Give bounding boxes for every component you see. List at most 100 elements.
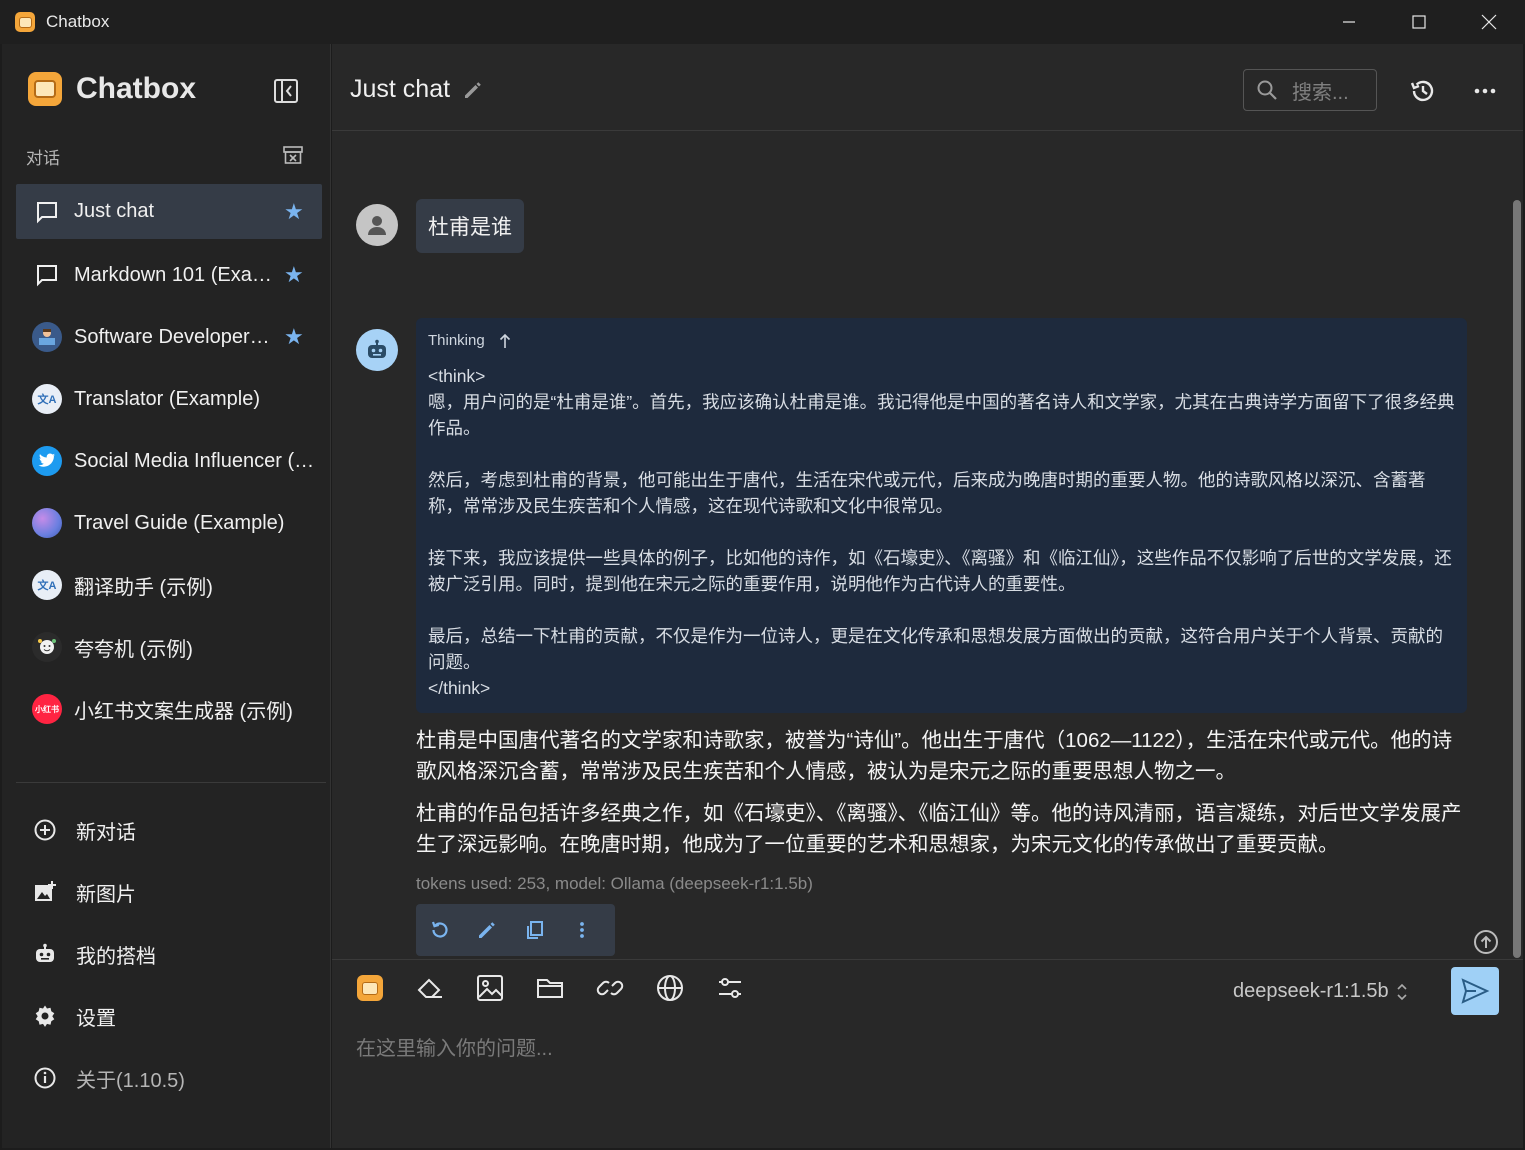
link-icon <box>596 980 624 996</box>
clear-context-button[interactable] <box>414 972 446 1004</box>
edit-message-button[interactable] <box>473 915 501 945</box>
token-usage-info: tokens used: 253, model: Ollama (deepsee… <box>416 874 813 893</box>
window-titlebar: Chatbox <box>0 0 1525 44</box>
close-icon <box>1481 14 1497 30</box>
about-label: 关于(1.10.5) <box>76 1069 185 1092</box>
conversation-label: Software Developer (Example) <box>74 325 274 348</box>
chat-bubble-icon <box>32 260 62 290</box>
robot-icon <box>32 941 58 967</box>
conversation-label: 翻译助手 (示例) <box>74 576 213 599</box>
star-icon[interactable]: ★ <box>284 324 304 350</box>
composer: deepseek-r1:1.5b 在这里输入你的问题... <box>332 959 1523 1148</box>
chat-title[interactable]: Just chat <box>350 75 450 104</box>
my-copilots-button[interactable]: 我的搭档 <box>16 923 322 985</box>
message-list: 杜甫是谁 Thinking <think> 嗯，用户问的是“杜甫是谁”。首先，我… <box>332 132 1523 959</box>
chat-settings-button[interactable] <box>714 972 746 1004</box>
conversation-item-translator[interactable]: 文A Translator (Example) <box>16 368 322 430</box>
arrow-up-circle-icon <box>1474 930 1498 954</box>
attach-image-button[interactable] <box>474 972 506 1004</box>
edit-title-icon[interactable] <box>462 79 484 101</box>
search-icon <box>1256 79 1278 101</box>
answer-paragraph: 杜甫的作品包括许多经典之作，如《石壕吏》、《离骚》、《临江仙》等。他的诗风清丽，… <box>416 802 1462 856</box>
new-chat-label: 新对话 <box>76 821 136 844</box>
star-icon[interactable]: ★ <box>284 262 304 288</box>
thinking-block: Thinking <think> 嗯，用户问的是“杜甫是谁”。首先，我应该确认杜… <box>416 318 1467 713</box>
star-icon[interactable]: ★ <box>284 199 304 225</box>
model-selector[interactable]: deepseek-r1:1.5b <box>1233 980 1409 1003</box>
more-options-button[interactable] <box>1470 76 1500 106</box>
assistant-robot-icon <box>356 329 398 371</box>
minimize-button[interactable] <box>1314 0 1384 44</box>
new-image-button[interactable]: 新图片 <box>16 861 322 923</box>
thinking-toggle[interactable]: Thinking <box>428 332 1455 349</box>
attach-file-button[interactable] <box>534 972 566 1004</box>
window-title: Chatbox <box>46 12 110 31</box>
sidebar-collapse-icon <box>274 79 298 103</box>
conversation-label: Just chat <box>74 200 155 222</box>
chatbox-logo-icon <box>28 72 62 106</box>
attach-link-button[interactable] <box>594 972 626 1004</box>
message-input[interactable]: 在这里输入你的问题... <box>356 1032 553 1061</box>
conversation-item-just-chat[interactable]: Just chat ★ <box>16 184 322 239</box>
conversation-item-software-developer[interactable]: Software Developer (Example) ★ <box>16 306 322 368</box>
add-image-icon <box>32 879 58 905</box>
conversation-item-xiaohongshu-generator[interactable]: 小红书 小红书文案生成器 (示例) <box>16 678 322 740</box>
collapse-sidebar-button[interactable] <box>272 77 300 105</box>
history-button[interactable] <box>1408 76 1438 106</box>
more-vertical-icon <box>579 922 584 938</box>
copy-message-button[interactable] <box>521 915 549 945</box>
conversation-item-translation-assistant[interactable]: 文A 翻译助手 (示例) <box>16 554 322 616</box>
maximize-button[interactable] <box>1384 0 1454 44</box>
info-icon <box>32 1065 58 1091</box>
new-image-label: 新图片 <box>76 883 136 906</box>
conversation-item-markdown-101[interactable]: Markdown 101 (Example) ★ <box>16 244 322 306</box>
conversation-item-social-media-influencer[interactable]: Social Media Influencer (Example) <box>16 430 322 492</box>
thinking-label: Thinking <box>428 332 485 349</box>
minimize-icon <box>1343 21 1355 23</box>
globe-icon <box>657 975 683 1001</box>
maximize-icon <box>1412 15 1426 29</box>
regenerate-button[interactable] <box>426 915 454 945</box>
folder-icon <box>537 979 563 998</box>
sidebar-actions: 新对话 新图片 我的搭档 设置 关于(1.10.5) <box>16 799 322 1109</box>
chatbox-app-icon <box>15 12 35 32</box>
about-button[interactable]: 关于(1.10.5) <box>16 1047 322 1109</box>
copilot-select-button[interactable] <box>354 972 386 1004</box>
conversation-label: 小红书文案生成器 (示例) <box>74 700 293 723</box>
close-window-button[interactable] <box>1454 0 1524 44</box>
user-avatar-icon <box>356 204 398 246</box>
conversation-label: 夸夸机 (示例) <box>74 638 193 661</box>
pencil-icon <box>479 922 496 938</box>
archive-icon <box>283 146 303 164</box>
refresh-icon <box>432 921 448 938</box>
globe-avatar-icon <box>32 508 62 538</box>
developer-avatar-icon <box>32 322 62 352</box>
more-message-actions-button[interactable] <box>568 915 596 945</box>
archive-conversations-button[interactable] <box>282 144 304 166</box>
copy-icon <box>526 921 543 939</box>
conversation-label: Social Media Influencer (Example) <box>74 449 320 472</box>
twitter-bird-icon <box>32 446 62 476</box>
web-browsing-button[interactable] <box>654 972 686 1004</box>
scroll-to-top-button[interactable] <box>1473 929 1499 955</box>
cheer-avatar-icon <box>32 632 62 662</box>
search-input[interactable]: 搜索... <box>1243 69 1377 111</box>
message-actions-toolbar <box>416 904 615 956</box>
assistant-answer: 杜甫是中国唐代著名的文学家和诗歌家，被誉为“诗仙”。他出生于唐代（1062—11… <box>416 725 1466 871</box>
conversation-label: Travel Guide (Example) <box>74 511 285 534</box>
new-chat-button[interactable]: 新对话 <box>16 799 322 861</box>
conversation-list: Just chat ★ Markdown 101 (Example) ★ Sof… <box>16 184 322 740</box>
brand-name: Chatbox <box>76 72 196 105</box>
chevron-updown-icon <box>1395 981 1409 1003</box>
conversation-label: Markdown 101 (Example) <box>74 263 274 286</box>
send-button[interactable] <box>1451 967 1499 1015</box>
conversation-item-travel-guide[interactable]: Travel Guide (Example) <box>16 492 322 554</box>
main-panel: Just chat 搜索... 杜甫是谁 Thinking <think> 嗯，… <box>332 44 1523 1148</box>
message-scrollbar[interactable] <box>1513 200 1521 958</box>
user-message: 杜甫是谁 <box>416 199 524 253</box>
settings-button[interactable]: 设置 <box>16 985 322 1047</box>
model-name: deepseek-r1:1.5b <box>1233 980 1389 1002</box>
settings-label: 设置 <box>76 1007 116 1030</box>
conversation-item-praise-machine[interactable]: 夸夸机 (示例) <box>16 616 322 678</box>
gear-icon <box>32 1003 58 1029</box>
